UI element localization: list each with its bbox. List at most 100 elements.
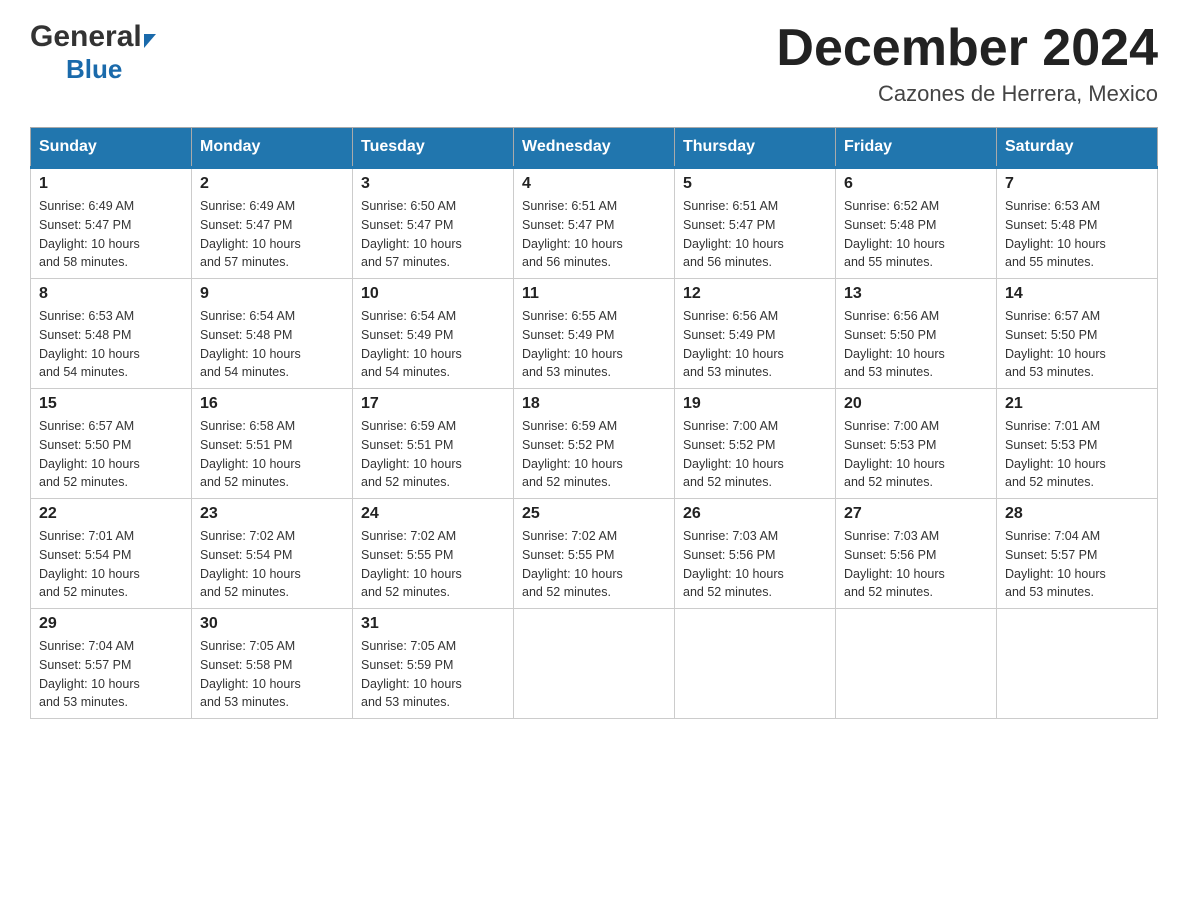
day-info: Sunrise: 6:53 AM Sunset: 5:48 PM Dayligh… (1005, 197, 1149, 272)
calendar-cell: 30 Sunrise: 7:05 AM Sunset: 5:58 PM Dayl… (192, 609, 353, 719)
calendar-cell: 9 Sunrise: 6:54 AM Sunset: 5:48 PM Dayli… (192, 279, 353, 389)
day-number: 19 (683, 395, 827, 413)
calendar-week-5: 29 Sunrise: 7:04 AM Sunset: 5:57 PM Dayl… (31, 609, 1158, 719)
calendar-cell: 22 Sunrise: 7:01 AM Sunset: 5:54 PM Dayl… (31, 499, 192, 609)
day-info: Sunrise: 6:57 AM Sunset: 5:50 PM Dayligh… (1005, 307, 1149, 382)
day-number: 4 (522, 175, 666, 193)
calendar-cell: 18 Sunrise: 6:59 AM Sunset: 5:52 PM Dayl… (514, 389, 675, 499)
calendar-cell: 28 Sunrise: 7:04 AM Sunset: 5:57 PM Dayl… (997, 499, 1158, 609)
calendar-cell: 13 Sunrise: 6:56 AM Sunset: 5:50 PM Dayl… (836, 279, 997, 389)
calendar-week-2: 8 Sunrise: 6:53 AM Sunset: 5:48 PM Dayli… (31, 279, 1158, 389)
day-info: Sunrise: 6:49 AM Sunset: 5:47 PM Dayligh… (39, 197, 183, 272)
header-sunday: Sunday (31, 128, 192, 168)
day-number: 11 (522, 285, 666, 303)
day-number: 3 (361, 175, 505, 193)
day-number: 5 (683, 175, 827, 193)
header-monday: Monday (192, 128, 353, 168)
calendar-cell: 12 Sunrise: 6:56 AM Sunset: 5:49 PM Dayl… (675, 279, 836, 389)
calendar-cell: 27 Sunrise: 7:03 AM Sunset: 5:56 PM Dayl… (836, 499, 997, 609)
day-info: Sunrise: 7:05 AM Sunset: 5:58 PM Dayligh… (200, 637, 344, 712)
calendar-cell: 1 Sunrise: 6:49 AM Sunset: 5:47 PM Dayli… (31, 168, 192, 279)
header-row: Sunday Monday Tuesday Wednesday Thursday… (31, 128, 1158, 168)
day-number: 25 (522, 505, 666, 523)
day-info: Sunrise: 6:56 AM Sunset: 5:50 PM Dayligh… (844, 307, 988, 382)
logo-arrow-icon (144, 34, 156, 48)
day-number: 13 (844, 285, 988, 303)
day-info: Sunrise: 6:56 AM Sunset: 5:49 PM Dayligh… (683, 307, 827, 382)
day-number: 31 (361, 615, 505, 633)
day-info: Sunrise: 6:58 AM Sunset: 5:51 PM Dayligh… (200, 417, 344, 492)
calendar-cell (514, 609, 675, 719)
calendar-cell: 19 Sunrise: 7:00 AM Sunset: 5:52 PM Dayl… (675, 389, 836, 499)
day-info: Sunrise: 7:03 AM Sunset: 5:56 PM Dayligh… (844, 527, 988, 602)
day-number: 15 (39, 395, 183, 413)
day-number: 9 (200, 285, 344, 303)
calendar-location: Cazones de Herrera, Mexico (776, 81, 1158, 107)
day-info: Sunrise: 6:49 AM Sunset: 5:47 PM Dayligh… (200, 197, 344, 272)
day-info: Sunrise: 6:59 AM Sunset: 5:52 PM Dayligh… (522, 417, 666, 492)
day-info: Sunrise: 6:59 AM Sunset: 5:51 PM Dayligh… (361, 417, 505, 492)
day-number: 18 (522, 395, 666, 413)
title-block: December 2024 Cazones de Herrera, Mexico (776, 20, 1158, 107)
day-info: Sunrise: 7:00 AM Sunset: 5:52 PM Dayligh… (683, 417, 827, 492)
day-number: 27 (844, 505, 988, 523)
day-number: 21 (1005, 395, 1149, 413)
calendar-cell: 6 Sunrise: 6:52 AM Sunset: 5:48 PM Dayli… (836, 168, 997, 279)
logo: General Blue (30, 20, 156, 85)
day-number: 7 (1005, 175, 1149, 193)
calendar-week-3: 15 Sunrise: 6:57 AM Sunset: 5:50 PM Dayl… (31, 389, 1158, 499)
calendar-cell: 21 Sunrise: 7:01 AM Sunset: 5:53 PM Dayl… (997, 389, 1158, 499)
calendar-cell: 10 Sunrise: 6:54 AM Sunset: 5:49 PM Dayl… (353, 279, 514, 389)
day-number: 17 (361, 395, 505, 413)
day-number: 16 (200, 395, 344, 413)
day-info: Sunrise: 7:02 AM Sunset: 5:54 PM Dayligh… (200, 527, 344, 602)
day-number: 12 (683, 285, 827, 303)
calendar-cell: 29 Sunrise: 7:04 AM Sunset: 5:57 PM Dayl… (31, 609, 192, 719)
day-number: 20 (844, 395, 988, 413)
calendar-body: 1 Sunrise: 6:49 AM Sunset: 5:47 PM Dayli… (31, 168, 1158, 719)
calendar-table: Sunday Monday Tuesday Wednesday Thursday… (30, 127, 1158, 719)
day-info: Sunrise: 7:05 AM Sunset: 5:59 PM Dayligh… (361, 637, 505, 712)
day-info: Sunrise: 7:01 AM Sunset: 5:54 PM Dayligh… (39, 527, 183, 602)
calendar-cell (997, 609, 1158, 719)
day-info: Sunrise: 6:51 AM Sunset: 5:47 PM Dayligh… (683, 197, 827, 272)
header-tuesday: Tuesday (353, 128, 514, 168)
calendar-cell: 14 Sunrise: 6:57 AM Sunset: 5:50 PM Dayl… (997, 279, 1158, 389)
day-number: 8 (39, 285, 183, 303)
header-wednesday: Wednesday (514, 128, 675, 168)
day-info: Sunrise: 7:00 AM Sunset: 5:53 PM Dayligh… (844, 417, 988, 492)
day-info: Sunrise: 6:53 AM Sunset: 5:48 PM Dayligh… (39, 307, 183, 382)
calendar-cell: 7 Sunrise: 6:53 AM Sunset: 5:48 PM Dayli… (997, 168, 1158, 279)
calendar-cell: 4 Sunrise: 6:51 AM Sunset: 5:47 PM Dayli… (514, 168, 675, 279)
header-thursday: Thursday (675, 128, 836, 168)
day-info: Sunrise: 7:03 AM Sunset: 5:56 PM Dayligh… (683, 527, 827, 602)
day-info: Sunrise: 7:01 AM Sunset: 5:53 PM Dayligh… (1005, 417, 1149, 492)
calendar-cell: 31 Sunrise: 7:05 AM Sunset: 5:59 PM Dayl… (353, 609, 514, 719)
day-info: Sunrise: 7:02 AM Sunset: 5:55 PM Dayligh… (522, 527, 666, 602)
calendar-week-1: 1 Sunrise: 6:49 AM Sunset: 5:47 PM Dayli… (31, 168, 1158, 279)
day-number: 29 (39, 615, 183, 633)
day-info: Sunrise: 6:52 AM Sunset: 5:48 PM Dayligh… (844, 197, 988, 272)
calendar-cell: 5 Sunrise: 6:51 AM Sunset: 5:47 PM Dayli… (675, 168, 836, 279)
calendar-cell: 11 Sunrise: 6:55 AM Sunset: 5:49 PM Dayl… (514, 279, 675, 389)
day-info: Sunrise: 7:04 AM Sunset: 5:57 PM Dayligh… (1005, 527, 1149, 602)
calendar-week-4: 22 Sunrise: 7:01 AM Sunset: 5:54 PM Dayl… (31, 499, 1158, 609)
calendar-cell: 23 Sunrise: 7:02 AM Sunset: 5:54 PM Dayl… (192, 499, 353, 609)
day-number: 6 (844, 175, 988, 193)
calendar-cell: 20 Sunrise: 7:00 AM Sunset: 5:53 PM Dayl… (836, 389, 997, 499)
calendar-cell: 8 Sunrise: 6:53 AM Sunset: 5:48 PM Dayli… (31, 279, 192, 389)
day-number: 14 (1005, 285, 1149, 303)
logo-general-text: General (30, 20, 142, 54)
calendar-cell: 24 Sunrise: 7:02 AM Sunset: 5:55 PM Dayl… (353, 499, 514, 609)
calendar-cell (675, 609, 836, 719)
day-info: Sunrise: 6:57 AM Sunset: 5:50 PM Dayligh… (39, 417, 183, 492)
calendar-cell (836, 609, 997, 719)
day-info: Sunrise: 6:50 AM Sunset: 5:47 PM Dayligh… (361, 197, 505, 272)
calendar-cell: 17 Sunrise: 6:59 AM Sunset: 5:51 PM Dayl… (353, 389, 514, 499)
page-header: General Blue December 2024 Cazones de He… (30, 20, 1158, 107)
calendar-cell: 25 Sunrise: 7:02 AM Sunset: 5:55 PM Dayl… (514, 499, 675, 609)
day-info: Sunrise: 6:54 AM Sunset: 5:48 PM Dayligh… (200, 307, 344, 382)
day-info: Sunrise: 6:55 AM Sunset: 5:49 PM Dayligh… (522, 307, 666, 382)
day-info: Sunrise: 7:02 AM Sunset: 5:55 PM Dayligh… (361, 527, 505, 602)
calendar-cell: 15 Sunrise: 6:57 AM Sunset: 5:50 PM Dayl… (31, 389, 192, 499)
